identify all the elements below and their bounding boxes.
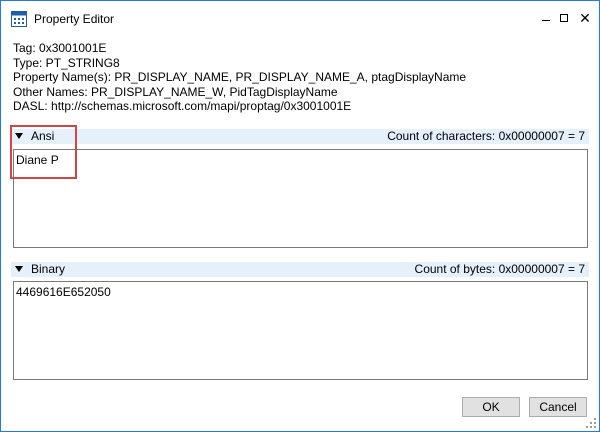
property-names-line: Property Name(s): PR_DISPLAY_NAME, PR_DI… <box>13 70 467 84</box>
maximize-button[interactable] <box>556 10 574 28</box>
property-info: Tag: 0x3001001E Type: PT_STRING8 Propert… <box>13 41 466 114</box>
binary-byte-count: Count of bytes: 0x00000007 = 7 <box>414 262 585 276</box>
property-editor-app-icon <box>11 11 27 27</box>
ansi-value-field[interactable]: Diane P <box>13 149 588 248</box>
close-icon: ✕ <box>579 11 591 27</box>
ansi-label: Ansi <box>31 129 55 143</box>
resize-grip-icon[interactable] <box>586 418 596 428</box>
ok-button[interactable]: OK <box>462 397 520 417</box>
property-editor-window: Property Editor ✕ Tag: 0x3001001E Type: … <box>0 0 600 432</box>
tag-line: Tag: 0x3001001E <box>13 41 107 55</box>
other-names-line: Other Names: PR_DISPLAY_NAME_W, PidTagDi… <box>13 84 338 99</box>
binary-section-header[interactable]: Binary Count of bytes: 0x00000007 = 7 <box>11 262 589 277</box>
binary-label: Binary <box>31 262 66 276</box>
minimize-icon <box>542 20 550 21</box>
dasl-line: DASL: http://schemas.microsoft.com/mapi/… <box>13 99 352 113</box>
title-bar[interactable]: Property Editor ✕ <box>1 1 599 37</box>
ansi-character-count: Count of characters: 0x00000007 = 7 <box>387 129 585 143</box>
close-button[interactable]: ✕ <box>576 10 594 28</box>
window-title: Property Editor <box>34 12 115 26</box>
minimize-button[interactable] <box>537 10 555 28</box>
collapse-triangle-icon[interactable] <box>15 133 23 139</box>
cancel-button[interactable]: Cancel <box>529 397 587 417</box>
ansi-section-header[interactable]: Ansi Count of characters: 0x00000007 = 7 <box>11 129 589 144</box>
maximize-icon <box>560 14 568 22</box>
type-line: Type: PT_STRING8 <box>13 55 120 70</box>
binary-value-field[interactable]: 4469616E652050 <box>13 281 588 380</box>
collapse-triangle-icon[interactable] <box>15 266 23 272</box>
